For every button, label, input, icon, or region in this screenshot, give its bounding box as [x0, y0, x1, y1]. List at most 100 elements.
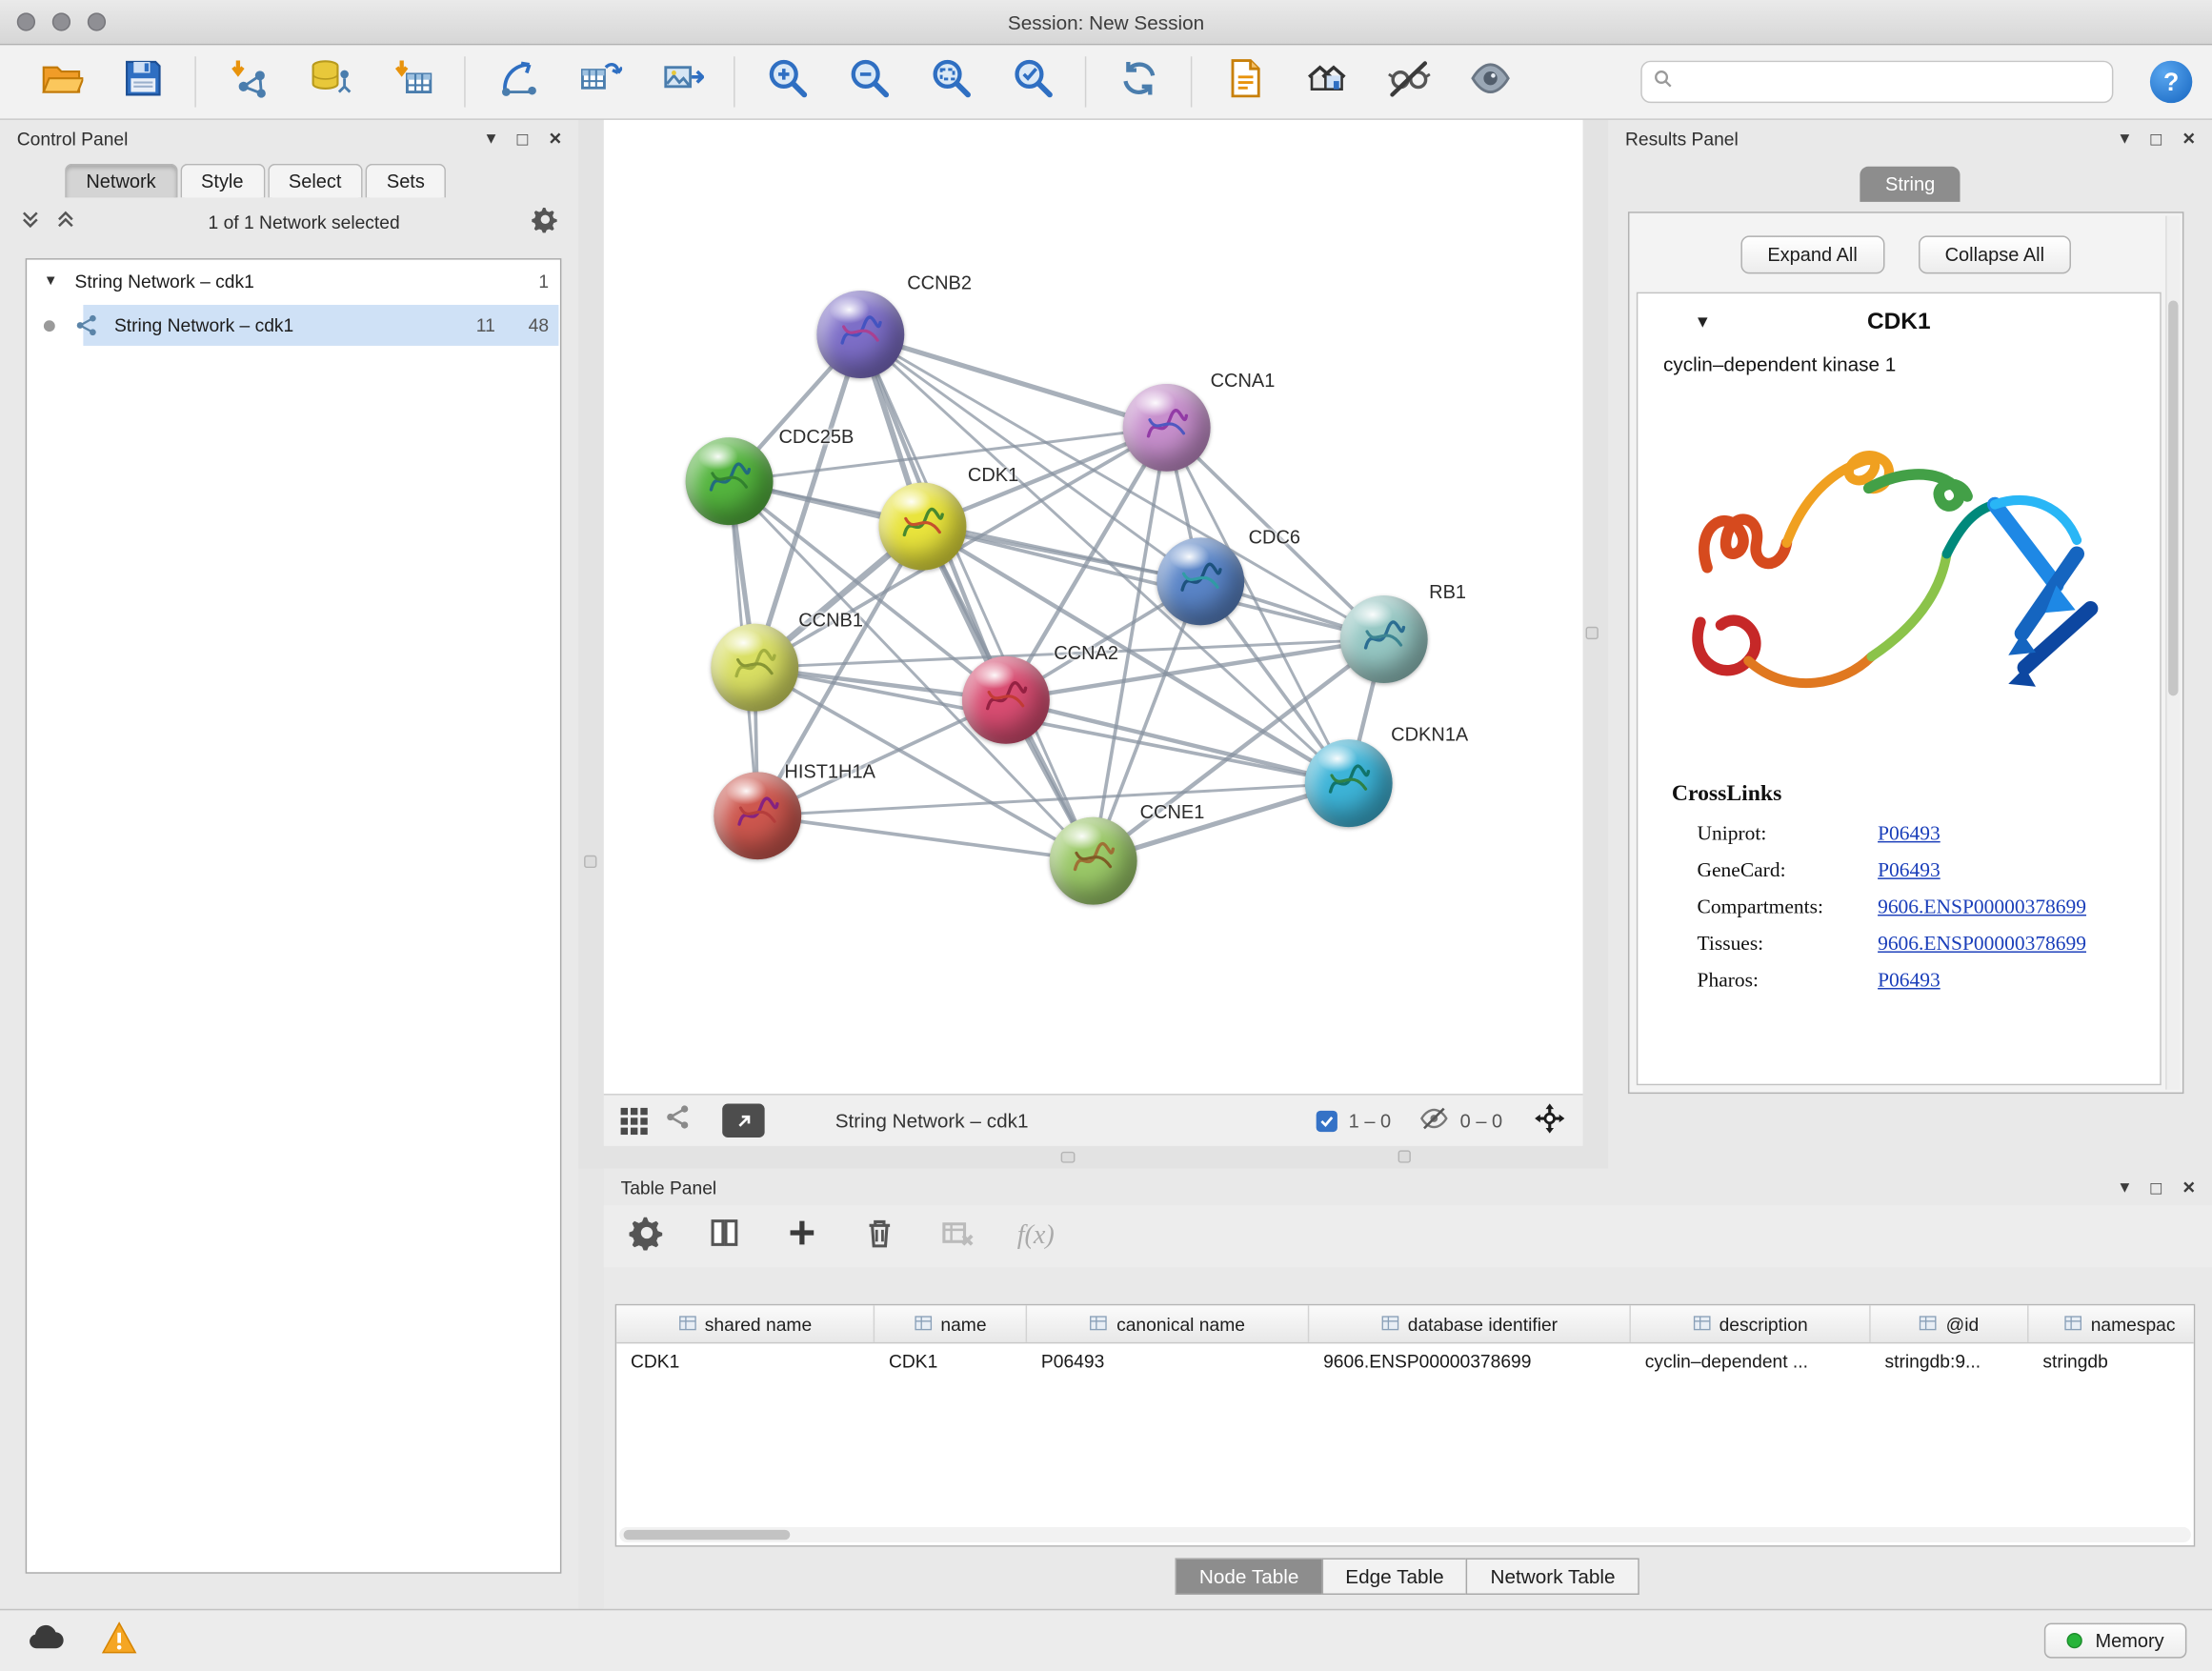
tab-string[interactable]: String — [1860, 167, 1961, 202]
help-button[interactable]: ? — [2150, 61, 2192, 103]
column-header-@id[interactable]: @id — [1871, 1305, 2029, 1342]
network-edge-HIST1H1A-CCNE1[interactable] — [757, 815, 1093, 860]
column-sort-icon[interactable] — [1090, 1313, 1108, 1334]
window-close-button[interactable] — [17, 12, 35, 30]
collapse-all-icon[interactable] — [20, 209, 41, 234]
panel-float-icon[interactable]: □ — [517, 128, 529, 149]
panel-collapse-icon[interactable]: ▾ — [487, 127, 496, 150]
splitter-handle[interactable] — [1061, 1152, 1076, 1163]
scrollbar-thumb[interactable] — [624, 1530, 791, 1540]
table-cell[interactable]: CDK1 — [616, 1343, 875, 1381]
expand-all-icon[interactable] — [55, 209, 76, 234]
tab-edge-table[interactable]: Edge Table — [1321, 1558, 1468, 1595]
crosslink-link[interactable]: 9606.ENSP00000378699 — [1878, 896, 2086, 919]
network-edge-CCNE1-CCNB2[interactable] — [860, 334, 1093, 861]
tree-expander-icon[interactable]: ▼ — [44, 273, 70, 289]
search-input[interactable] — [1681, 71, 2101, 92]
splitter-handle[interactable] — [1586, 627, 1599, 639]
results-scrollbar[interactable] — [2165, 216, 2180, 1090]
crosslink-link[interactable]: P06493 — [1878, 858, 1941, 882]
column-header-description[interactable]: description — [1631, 1305, 1871, 1342]
selected-checkbox-icon[interactable] — [1317, 1110, 1337, 1131]
gear-icon[interactable] — [532, 206, 558, 237]
column-header-canonical-name[interactable]: canonical name — [1027, 1305, 1309, 1342]
save-session-button[interactable] — [102, 50, 184, 114]
panel-collapse-icon[interactable]: ▾ — [2121, 1176, 2130, 1198]
zoom-selected-button[interactable] — [992, 50, 1074, 114]
tree-row-network[interactable]: String Network – cdk1 11 48 — [27, 304, 560, 348]
table-cell[interactable]: stringdb:9... — [1871, 1343, 2029, 1381]
table-cell[interactable]: stringdb — [2029, 1343, 2196, 1381]
table-cell[interactable]: CDK1 — [875, 1343, 1027, 1381]
table-cell[interactable]: cyclin–dependent ... — [1631, 1343, 1871, 1381]
network-edge-CDK1-RB1[interactable] — [923, 527, 1384, 640]
tab-select[interactable]: Select — [268, 164, 363, 198]
network-node-CDK1[interactable] — [879, 483, 967, 571]
column-sort-icon[interactable] — [1381, 1313, 1399, 1334]
collapse-all-button[interactable]: Collapse All — [1918, 235, 2071, 273]
tab-node-table[interactable]: Node Table — [1176, 1558, 1323, 1595]
panel-float-icon[interactable]: □ — [2150, 1177, 2162, 1198]
grid-view-icon[interactable] — [621, 1107, 648, 1134]
toggle-glass-effect-button[interactable] — [1367, 50, 1449, 114]
table-row[interactable]: CDK1CDK1P064939606.ENSP00000378699cyclin… — [616, 1343, 2194, 1381]
collapse-section-icon[interactable]: ▼ — [1695, 312, 1712, 332]
panel-collapse-icon[interactable]: ▾ — [2121, 127, 2130, 150]
network-node-CCNB2[interactable] — [816, 291, 904, 378]
open-session-button[interactable] — [20, 50, 102, 114]
table-cell[interactable]: 9606.ENSP00000378699 — [1309, 1343, 1631, 1381]
panel-close-icon[interactable]: × — [2182, 1175, 2195, 1198]
column-sort-icon[interactable] — [678, 1313, 696, 1334]
import-network-database-button[interactable] — [290, 50, 372, 114]
zoom-fit-button[interactable] — [910, 50, 992, 114]
warning-icon[interactable] — [102, 1621, 137, 1660]
network-node-RB1[interactable] — [1340, 595, 1428, 683]
zoom-in-button[interactable] — [746, 50, 828, 114]
network-node-CDC25B[interactable] — [686, 437, 774, 525]
network-node-CDC6[interactable] — [1156, 537, 1244, 625]
cloud-icon[interactable] — [26, 1623, 68, 1659]
network-node-CCNA1[interactable] — [1123, 384, 1211, 472]
panel-float-icon[interactable]: □ — [2150, 128, 2162, 149]
import-table-file-button[interactable] — [371, 50, 452, 114]
export-image-button[interactable] — [640, 50, 722, 114]
crosslink-link[interactable]: P06493 — [1878, 822, 1941, 846]
search-box[interactable] — [1640, 61, 2113, 103]
string-home-button[interactable] — [1285, 50, 1367, 114]
add-column-plus-icon[interactable] — [784, 1215, 819, 1257]
hidden-eye-slash-icon[interactable] — [1419, 1103, 1449, 1137]
pan-crosshair-icon[interactable] — [1534, 1102, 1566, 1139]
expand-all-button[interactable]: Expand All — [1740, 235, 1884, 273]
column-header-shared-name[interactable]: shared name — [616, 1305, 875, 1342]
network-node-CCNB1[interactable] — [711, 624, 798, 712]
network-canvas[interactable]: CCNB2CCNA1CDC25BCDK1CDC6RB1CCNB1CCNA2CDK… — [604, 120, 1583, 1094]
network-from-selection-button[interactable] — [477, 50, 559, 114]
crosslink-link[interactable]: P06493 — [1878, 969, 1941, 993]
column-header-database-identifier[interactable]: database identifier — [1309, 1305, 1631, 1342]
tab-network-table[interactable]: Network Table — [1466, 1558, 1639, 1595]
memory-button[interactable]: Memory — [2044, 1623, 2186, 1659]
detach-view-button[interactable] — [722, 1103, 764, 1137]
column-header-name[interactable]: name — [875, 1305, 1027, 1342]
splitter-handle[interactable] — [584, 856, 596, 868]
string-document-button[interactable] — [1203, 50, 1285, 114]
network-node-CDKN1A[interactable] — [1305, 739, 1393, 827]
window-zoom-button[interactable] — [88, 12, 106, 30]
splitter-handle[interactable] — [1398, 1150, 1411, 1162]
tree-row-collection[interactable]: ▼ String Network – cdk1 1 — [27, 260, 560, 304]
column-sort-icon[interactable] — [1692, 1313, 1710, 1334]
network-node-CCNA2[interactable] — [962, 656, 1050, 744]
network-node-HIST1H1A[interactable] — [714, 772, 801, 859]
protein-card-header[interactable]: ▼ CDK1 — [1638, 293, 2160, 350]
panel-close-icon[interactable]: × — [549, 127, 561, 151]
network-node-CCNE1[interactable] — [1050, 817, 1137, 905]
toggle-labels-button[interactable] — [1449, 50, 1531, 114]
share-view-icon[interactable] — [665, 1103, 692, 1137]
tab-style[interactable]: Style — [180, 164, 265, 198]
show-columns-icon[interactable] — [707, 1215, 742, 1257]
column-sort-icon[interactable] — [914, 1313, 932, 1334]
tab-network[interactable]: Network — [65, 164, 177, 198]
table-settings-gear-icon[interactable] — [629, 1215, 664, 1257]
horizontal-scrollbar[interactable] — [619, 1527, 2191, 1542]
crosslink-link[interactable]: 9606.ENSP00000378699 — [1878, 932, 2086, 956]
